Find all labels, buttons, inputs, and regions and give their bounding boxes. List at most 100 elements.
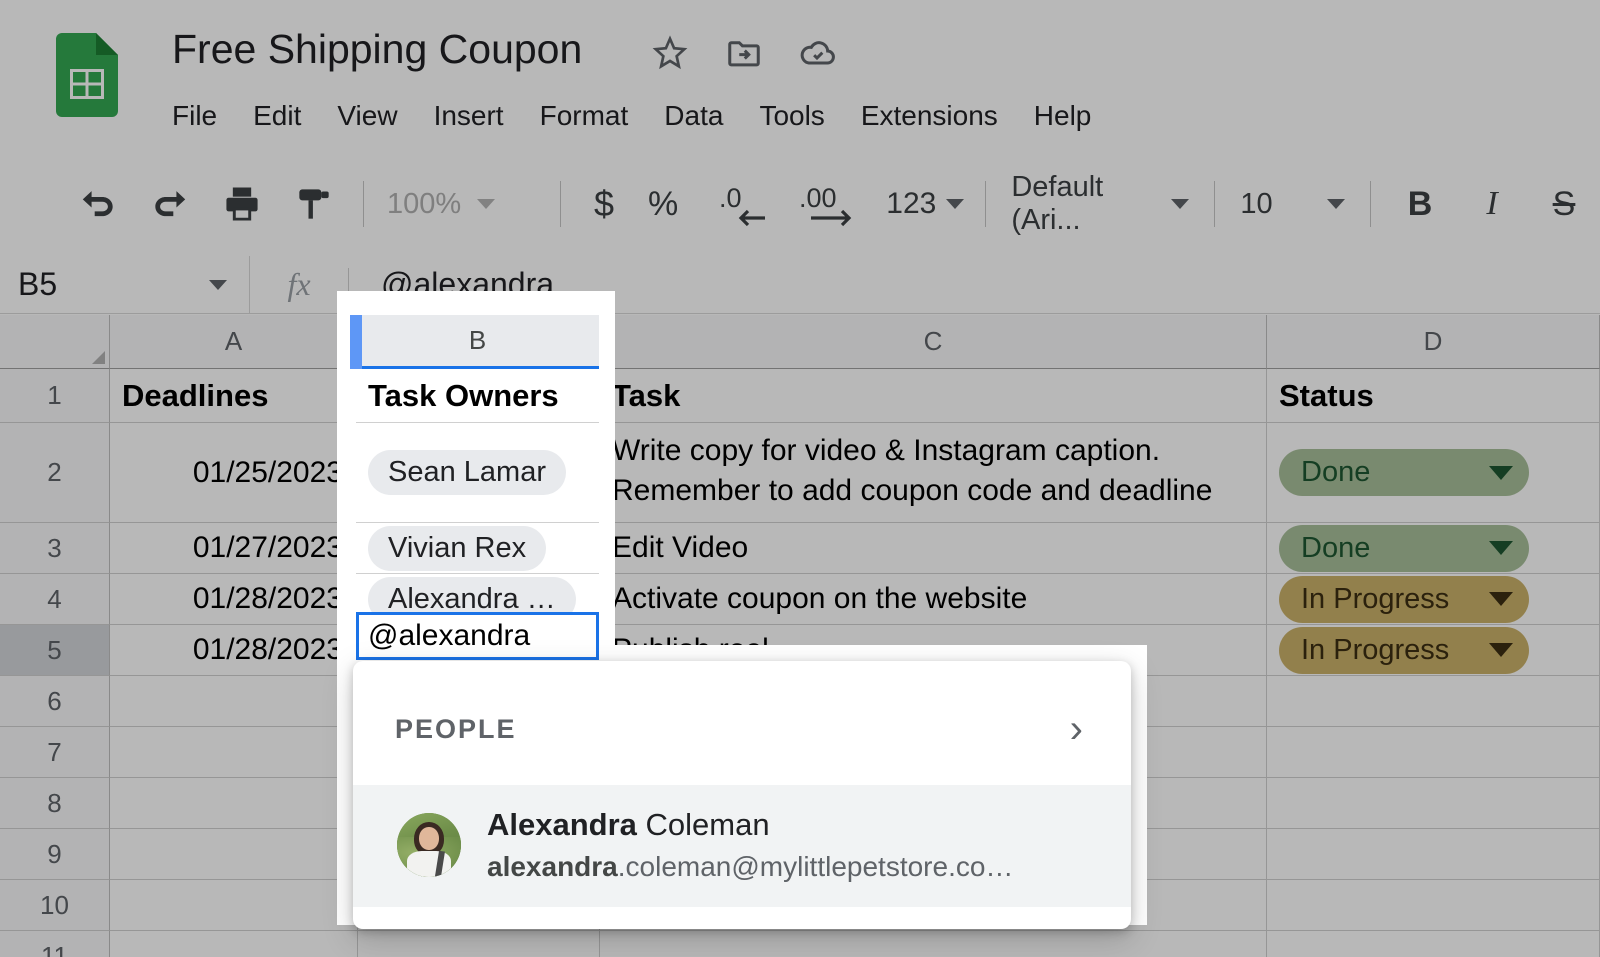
menu-view[interactable]: View [319,98,415,134]
cell-a7[interactable] [110,727,358,778]
cell-a8[interactable] [110,778,358,829]
star-icon[interactable] [650,33,690,73]
cell-c2[interactable]: Write copy for video & Instagram caption… [600,423,1267,523]
cell-b2[interactable]: Sean Lamar [358,423,600,523]
cell-d7[interactable] [1267,727,1600,778]
column-header-b[interactable]: B [352,315,600,369]
row-header-5[interactable]: 5 [0,625,110,676]
cell-c1[interactable]: Task [600,369,1267,423]
row-number: 6 [47,685,62,716]
cell-d9[interactable] [1267,829,1600,880]
cell-a9[interactable] [110,829,358,880]
cell-b3[interactable]: Vivian Rex [358,523,600,574]
people-list-item[interactable]: Alexandra Coleman alexandra.coleman@myli… [353,785,1131,907]
font-size-value: 10 [1240,187,1273,220]
row-header-11[interactable]: 11 [0,931,110,957]
menu-file[interactable]: File [172,98,235,134]
column-letter-c: C [923,326,943,356]
status-badge[interactable]: In Progress [1279,575,1529,623]
cell-d10[interactable] [1267,880,1600,931]
cell-b1[interactable]: Task Owners [358,369,600,423]
cell-d4[interactable]: In Progress [1267,574,1600,625]
row-header-8[interactable]: 8 [0,778,110,829]
cell-a10[interactable] [110,880,358,931]
font-size-selector[interactable]: 10 [1240,188,1345,221]
currency-format-button[interactable]: $ [594,183,614,225]
person-email-match: alexandra [487,850,618,882]
cell-d2[interactable]: Done [1267,423,1600,523]
people-section-header[interactable]: PEOPLE › [353,661,1131,785]
cloud-check-icon[interactable] [798,33,838,73]
person-chip[interactable]: Vivian Rex [370,525,549,571]
redo-icon[interactable] [143,177,197,231]
percent-format-button[interactable]: % [648,185,678,224]
column-header-a[interactable]: A [110,315,358,369]
cell-editor-b5[interactable]: @alexandra [356,612,599,660]
menu-help[interactable]: Help [1016,98,1110,134]
status-badge[interactable]: Done [1279,449,1529,496]
strikethrough-button[interactable]: S [1537,177,1591,231]
menu-edit[interactable]: Edit [235,98,319,134]
chevron-right-icon[interactable]: › [1070,709,1083,749]
cell-d5[interactable]: In Progress [1267,625,1600,676]
cell-c3[interactable]: Edit Video [600,523,1267,574]
decrease-decimal-button[interactable]: .0 [713,177,777,231]
cell-d8[interactable] [1267,778,1600,829]
row-number: 4 [47,583,62,614]
formula-input[interactable]: @alexandra [349,266,1600,303]
cell-a11[interactable] [110,931,358,957]
menu-tools[interactable]: Tools [741,98,842,134]
menu-format[interactable]: Format [522,98,647,134]
status-label: Done [1301,531,1371,564]
column-header-c[interactable]: C [600,315,1267,369]
google-sheets-logo [56,33,118,117]
row-header-1[interactable]: 1 [0,369,110,423]
cell-c4[interactable]: Activate coupon on the website [600,574,1267,625]
status-badge[interactable]: Done [1279,524,1529,572]
row-header-2[interactable]: 2 [0,423,110,523]
undo-icon[interactable] [71,177,125,231]
row-number: 9 [47,838,62,869]
row-header-7[interactable]: 7 [0,727,110,778]
menu-extensions[interactable]: Extensions [843,98,1016,134]
row-header-9[interactable]: 9 [0,829,110,880]
cell-a6[interactable] [110,676,358,727]
column-headers: A B C D [0,315,1600,369]
google-sheets-window: Free Shipping Coupon File Edit View Inse… [0,0,1600,957]
user-avatar-photo [397,812,461,877]
row-header-3[interactable]: 3 [0,523,110,574]
person-chip[interactable]: Sean Lamar [370,450,568,495]
cell-a4[interactable]: 01/28/2023 [110,574,358,625]
name-box[interactable]: B5 [0,256,250,313]
move-to-folder-icon[interactable] [724,33,764,73]
menu-insert[interactable]: Insert [416,98,522,134]
number-format-selector[interactable]: 123 [886,187,965,221]
bold-button[interactable]: B [1393,177,1447,231]
menu-bar: File Edit View Insert Format Data Tools … [172,98,1109,134]
document-title[interactable]: Free Shipping Coupon [172,26,582,73]
cell-d3[interactable]: Done [1267,523,1600,574]
status-badge[interactable]: In Progress [1279,626,1529,674]
cell-a2[interactable]: 01/25/2023 [110,423,358,523]
row-header-6[interactable]: 6 [0,676,110,727]
cell-d6[interactable] [1267,676,1600,727]
italic-button[interactable]: I [1465,177,1519,231]
cell-d1[interactable]: Status [1267,369,1600,423]
row-header-10[interactable]: 10 [0,880,110,931]
cell-a5[interactable]: 01/28/2023 [110,625,358,676]
increase-decimal-button[interactable]: .00 [795,177,865,231]
select-all-corner[interactable] [0,315,110,369]
row-header-4[interactable]: 4 [0,574,110,625]
column-header-d[interactable]: D [1267,315,1600,369]
cell-c11[interactable] [600,931,1267,957]
cell-b11[interactable] [358,931,600,957]
cell-d11[interactable] [1267,931,1600,957]
print-icon[interactable] [215,177,269,231]
column-letter-d: D [1423,326,1443,356]
paint-format-icon[interactable] [287,177,341,231]
menu-data[interactable]: Data [646,98,741,134]
zoom-selector[interactable]: 100% [387,188,537,221]
font-family-selector[interactable]: Default (Ari... [1011,171,1190,237]
cell-a1[interactable]: Deadlines [110,369,358,423]
cell-a3[interactable]: 01/27/2023 [110,523,358,574]
